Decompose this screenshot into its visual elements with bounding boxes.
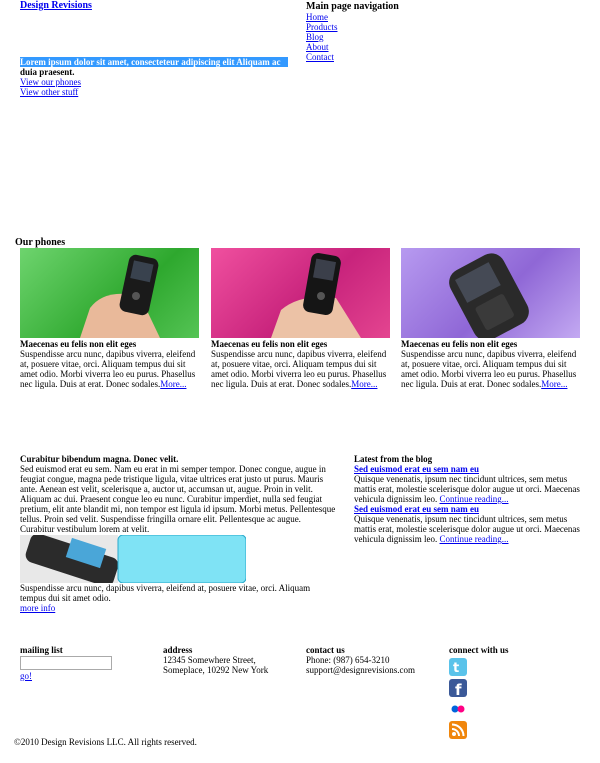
hero-headline: Lorem ipsum dolor sit amet, consecteteur… — [20, 57, 288, 67]
more-info-link[interactable]: more info — [20, 603, 55, 613]
svg-text:f: f — [455, 681, 462, 697]
feature-caption: Suspendisse arcu nunc, dapibus viverra, … — [20, 583, 311, 603]
nav-item-products[interactable]: Products — [306, 22, 399, 32]
phone-image — [211, 248, 390, 338]
facebook-icon[interactable]: f — [449, 679, 467, 699]
contact-block: contact us Phone: (987) 654-3210 support… — [306, 645, 441, 675]
hero-headline-rest: duia praesent. — [20, 67, 75, 77]
feature-title: Curabitur bibendum magna. Donec velit. — [20, 454, 179, 464]
feature-image — [20, 533, 247, 587]
nav-item-home[interactable]: Home — [306, 12, 399, 22]
phone-card: Maecenas eu felis non elit eges Suspendi… — [20, 248, 200, 389]
address-line-2: Someplace, 10292 New York — [163, 665, 269, 675]
phone-name: Maecenas eu felis non elit eges — [401, 339, 518, 349]
phone-image — [401, 248, 580, 338]
hero: Lorem ipsum dolor sit amet, consecteteur… — [20, 57, 288, 97]
feature-section: Curabitur bibendum magna. Donec velit. S… — [20, 454, 336, 613]
phone-card: Maecenas eu felis non elit eges Suspendi… — [211, 248, 391, 389]
go-link[interactable]: go! — [20, 671, 120, 681]
contact-phone: Phone: (987) 654-3210 — [306, 655, 390, 665]
phone-more-link[interactable]: More... — [160, 379, 186, 389]
copyright: ©2010 Design Revisions LLC. All rights r… — [14, 737, 197, 747]
twitter-icon[interactable]: t — [449, 658, 467, 676]
phone-card: Maecenas eu felis non elit eges Suspendi… — [401, 248, 581, 389]
connect-block: connect with us t f — [449, 645, 549, 739]
phones-section-title: Our phones — [15, 237, 66, 248]
mailing-list: mailing list go! — [20, 645, 120, 681]
blog-post-title[interactable]: Sed euismod erat eu sem nam eu — [354, 504, 584, 514]
contact-email: support@designrevisions.com — [306, 665, 416, 675]
continue-reading-link[interactable]: Continue reading... — [440, 534, 509, 544]
address-title: address — [163, 645, 193, 655]
brand-link[interactable]: Design Revisions — [20, 1, 92, 11]
view-other-link[interactable]: View other stuff — [20, 87, 288, 97]
address-line-1: 12345 Somewhere Street, — [163, 655, 256, 665]
phone-more-link[interactable]: More... — [351, 379, 377, 389]
rss-icon[interactable] — [449, 721, 467, 739]
main-navigation: Main page navigation Home Products Blog … — [306, 1, 399, 63]
continue-reading-link[interactable]: Continue reading... — [440, 494, 509, 504]
email-field[interactable] — [20, 656, 112, 670]
blog-post-title[interactable]: Sed euismod erat eu sem nam eu — [354, 464, 584, 474]
contact-title: contact us — [306, 645, 345, 655]
nav-title: Main page navigation — [306, 1, 399, 12]
connect-title: connect with us — [449, 645, 509, 655]
phone-name: Maecenas eu felis non elit eges — [20, 339, 137, 349]
blog-title: Latest from the blog — [354, 454, 433, 464]
flickr-icon[interactable] — [449, 700, 467, 718]
blog-section: Latest from the blog Sed euismod erat eu… — [354, 454, 584, 544]
phone-more-link[interactable]: More... — [541, 379, 567, 389]
address-block: address 12345 Somewhere Street, Someplac… — [163, 645, 293, 675]
nav-item-contact[interactable]: Contact — [306, 52, 399, 62]
svg-text:t: t — [453, 661, 459, 676]
phone-name: Maecenas eu felis non elit eges — [211, 339, 328, 349]
mailing-list-title: mailing list — [20, 645, 63, 655]
feature-body: Sed euismod erat eu sem. Nam eu erat in … — [20, 464, 336, 534]
nav-item-about[interactable]: About — [306, 42, 399, 52]
nav-item-blog[interactable]: Blog — [306, 32, 399, 42]
phone-image — [20, 248, 199, 338]
view-phones-link[interactable]: View our phones — [20, 77, 288, 87]
